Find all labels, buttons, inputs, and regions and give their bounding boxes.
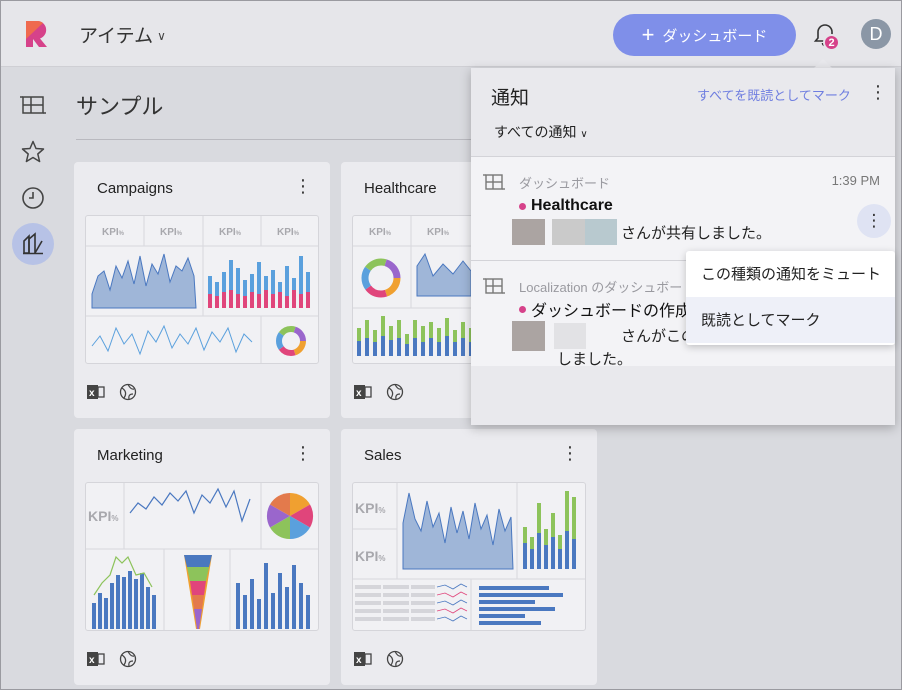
- card-title: Healthcare: [364, 180, 437, 197]
- svg-text:KPI%: KPI%: [355, 500, 385, 516]
- excel-icon: x: [87, 385, 105, 399]
- notification-context-menu: この種類の通知をミュート 既読としてマーク: [686, 251, 895, 345]
- card-footer: x: [87, 650, 137, 668]
- card-menu-button[interactable]: ⋮: [294, 177, 312, 195]
- nav-samples[interactable]: [12, 223, 54, 265]
- card-menu-button[interactable]: ⋮: [294, 444, 312, 462]
- notification-message-line2: しました。: [557, 351, 633, 368]
- dashboard-thumbnail: KPI% KPI% KPI% KPI%: [85, 215, 319, 364]
- svg-text:KPI%: KPI%: [160, 227, 183, 238]
- card-title: Sales: [364, 447, 402, 464]
- notification-source: ダッシュボード: [519, 176, 611, 191]
- thumbnail-charts: KPI%: [86, 483, 318, 630]
- redacted-name-block: [585, 219, 617, 245]
- clock-icon: [22, 187, 44, 209]
- dashboard-grid-icon: [20, 96, 46, 114]
- globe-icon: [119, 650, 137, 668]
- dashboard-grid-icon: [483, 174, 505, 190]
- dashboard-thumbnail: KPI%: [85, 482, 319, 631]
- excel-icon: x: [354, 652, 372, 666]
- side-navigation: [1, 68, 65, 690]
- dashboard-card-campaigns[interactable]: Campaigns ⋮ KPI% KPI% KPI% KPI% x: [74, 162, 330, 418]
- notification-count-badge: 2: [823, 34, 840, 51]
- notification-panel-caret: [814, 59, 832, 68]
- notification-headline: Healthcare: [519, 197, 613, 215]
- notification-headline-text: ダッシュボードの作成: [531, 303, 692, 320]
- svg-text:KPI%: KPI%: [219, 227, 242, 238]
- card-title: Campaigns: [97, 180, 173, 197]
- star-icon: [21, 140, 45, 163]
- item-type-dropdown[interactable]: アイテム ∨: [79, 21, 166, 48]
- dashboard-thumbnail: KPI% KPI%: [352, 482, 586, 631]
- svg-text:KPI%: KPI%: [355, 548, 385, 564]
- svg-text:x: x: [89, 388, 95, 399]
- notification-source: Localization のダッシュボード: [519, 280, 696, 295]
- thumbnail-charts: KPI% KPI%: [353, 483, 585, 630]
- mark-as-read-menu-item[interactable]: 既読としてマーク: [686, 297, 895, 343]
- mute-notification-type-menu-item[interactable]: この種類の通知をミュート: [686, 251, 895, 297]
- redacted-name-block: [554, 323, 586, 349]
- card-footer: x: [354, 383, 404, 401]
- excel-icon: x: [87, 652, 105, 666]
- user-avatar[interactable]: D: [861, 19, 891, 49]
- card-footer: x: [87, 383, 137, 401]
- dashboard-grid-icon: [483, 278, 505, 294]
- card-footer: x: [354, 650, 404, 668]
- app-logo[interactable]: [23, 19, 51, 49]
- notification-filter-label: すべての通知: [494, 124, 577, 140]
- user-avatar-image: [512, 321, 545, 351]
- svg-text:x: x: [89, 655, 95, 666]
- unread-dot-icon: [519, 202, 526, 210]
- thumbnail-charts: KPI% KPI% KPI% KPI%: [86, 216, 318, 363]
- chevron-down-icon: ∨: [157, 29, 166, 43]
- svg-text:x: x: [356, 655, 362, 666]
- dashboard-card-marketing[interactable]: Marketing ⋮ KPI% x: [74, 429, 330, 685]
- notification-headline: ダッシュボードの作成: [519, 297, 691, 321]
- title-divider: [76, 139, 471, 140]
- notification-filter-dropdown[interactable]: すべての通知 ∨: [494, 122, 588, 142]
- nav-favorites[interactable]: [12, 131, 54, 173]
- globe-icon: [386, 383, 404, 401]
- top-bar: アイテム ∨ + ダッシュボード 2 D: [1, 1, 901, 67]
- notification-item[interactable]: ダッシュボード 1:39 PM Healthcare さんが共有しました。 ⋮: [471, 156, 895, 260]
- notification-panel-title: 通知: [491, 88, 530, 109]
- svg-text:x: x: [356, 388, 362, 399]
- notification-panel: 通知 すべてを既読としてマーク ⋮ すべての通知 ∨ ダッシュボード 1:39 …: [471, 68, 895, 425]
- dashboard-card-sales[interactable]: Sales ⋮ KPI% KPI% x: [341, 429, 597, 685]
- new-dashboard-label: ダッシュボード: [662, 27, 768, 45]
- nav-dashboards[interactable]: [12, 84, 54, 126]
- notification-headline-text: Healthcare: [531, 197, 613, 214]
- notification-time: 1:39 PM: [831, 173, 880, 188]
- notification-panel-menu-button[interactable]: ⋮: [869, 82, 887, 103]
- globe-icon: [386, 650, 404, 668]
- page-title: サンプル: [76, 94, 164, 119]
- new-dashboard-button[interactable]: + ダッシュボード: [613, 14, 796, 56]
- chevron-down-icon: ∨: [580, 129, 588, 140]
- library-icon: [23, 232, 43, 255]
- svg-text:KPI%: KPI%: [277, 227, 300, 238]
- svg-text:KPI%: KPI%: [88, 508, 118, 524]
- globe-icon: [119, 383, 137, 401]
- unread-dot-icon: [519, 305, 526, 313]
- notification-message: さんが共有しました。: [621, 225, 772, 242]
- mark-all-read-link[interactable]: すべてを既読としてマーク: [697, 85, 851, 104]
- excel-icon: x: [354, 385, 372, 399]
- redacted-name-block: [552, 219, 589, 245]
- card-title: Marketing: [97, 447, 163, 464]
- plus-icon: +: [641, 22, 655, 47]
- notification-message-line1: さんがこの: [621, 328, 697, 345]
- card-menu-button[interactable]: ⋮: [561, 444, 579, 462]
- item-type-label: アイテム: [79, 26, 154, 47]
- user-avatar-image: [512, 219, 545, 245]
- svg-text:KPI%: KPI%: [427, 227, 450, 238]
- svg-text:KPI%: KPI%: [102, 227, 125, 238]
- nav-recent[interactable]: [12, 177, 54, 219]
- svg-text:KPI%: KPI%: [369, 227, 392, 238]
- notification-item-menu-button[interactable]: ⋮: [857, 204, 891, 238]
